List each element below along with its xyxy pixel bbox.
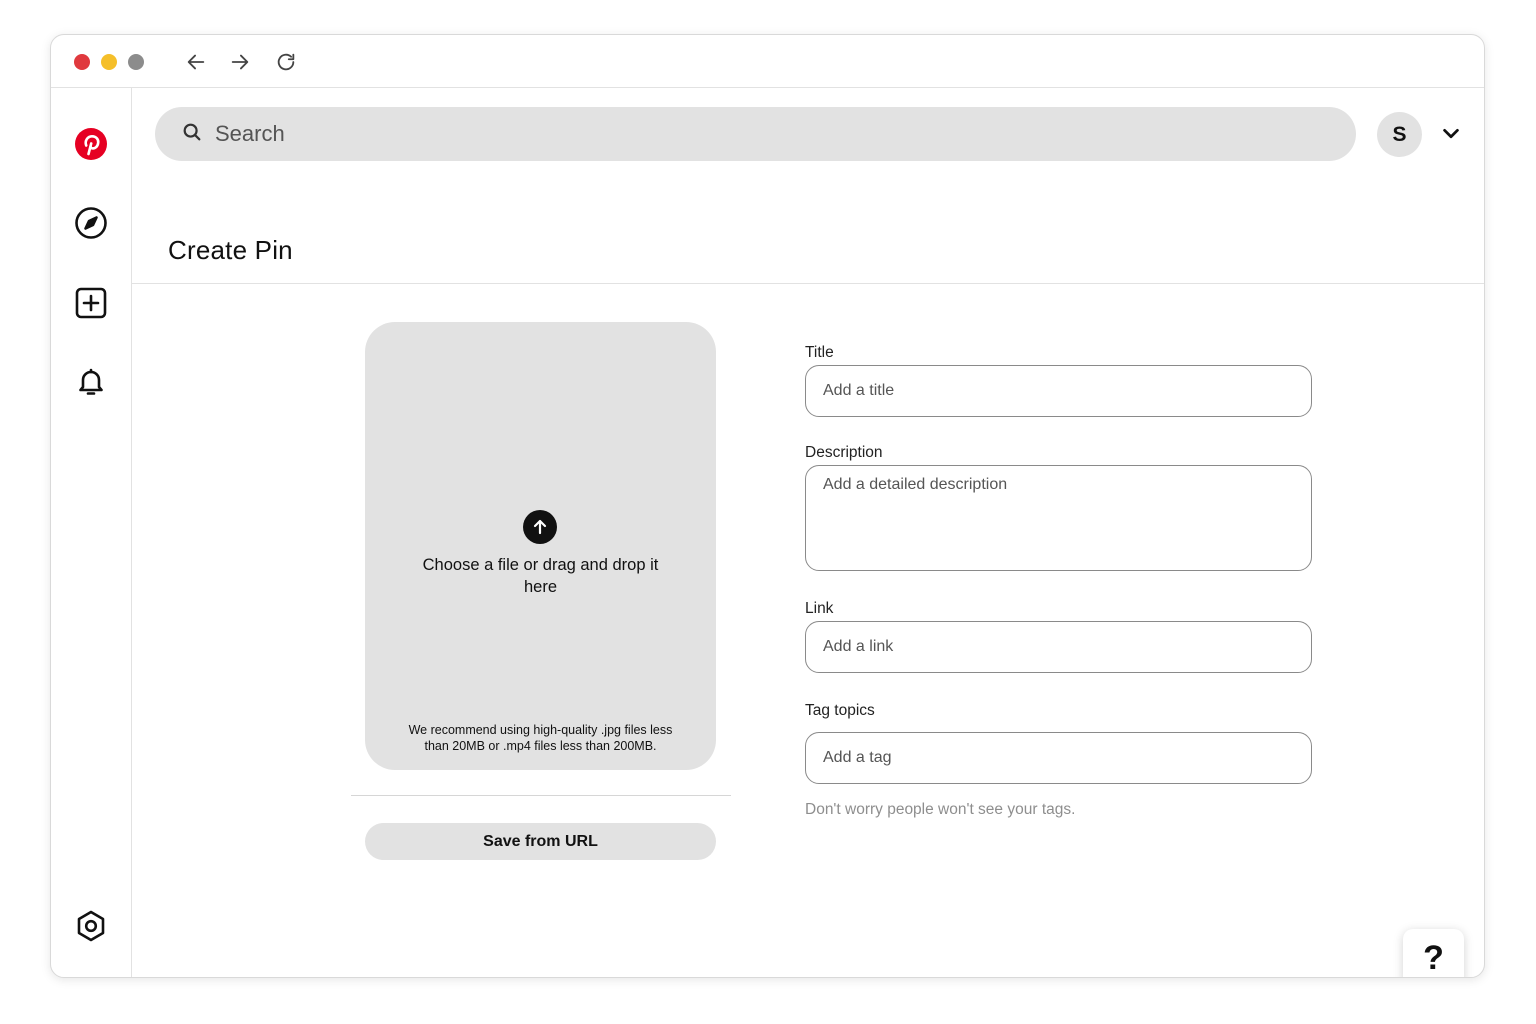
close-window-button[interactable] bbox=[74, 54, 90, 70]
title-input[interactable] bbox=[805, 365, 1312, 417]
settings-hexagon-icon[interactable] bbox=[71, 906, 111, 946]
maximize-window-button[interactable] bbox=[128, 54, 144, 70]
explore-compass-icon[interactable] bbox=[71, 203, 111, 243]
reload-icon[interactable] bbox=[273, 49, 299, 75]
upload-prompt: Choose a file or drag and drop it here bbox=[422, 556, 659, 596]
link-label: Link bbox=[805, 600, 834, 617]
upload-divider bbox=[351, 795, 731, 796]
back-arrow-icon[interactable] bbox=[183, 49, 209, 75]
upload-dropzone[interactable]: Choose a file or drag and drop it here W… bbox=[365, 322, 716, 770]
upload-arrow-icon bbox=[523, 510, 557, 544]
search-icon bbox=[181, 121, 203, 148]
browser-window: S Create Pin Choose a file or drag and d… bbox=[50, 34, 1485, 978]
minimize-window-button[interactable] bbox=[101, 54, 117, 70]
header-divider bbox=[132, 283, 1484, 284]
search-bar[interactable] bbox=[155, 107, 1356, 161]
tags-hint: Don't worry people won't see your tags. bbox=[805, 801, 1076, 818]
description-label: Description bbox=[805, 444, 883, 461]
create-plus-icon[interactable] bbox=[71, 283, 111, 323]
chevron-down-icon[interactable] bbox=[1437, 120, 1465, 148]
notifications-bell-icon[interactable] bbox=[71, 362, 111, 402]
forward-arrow-icon[interactable] bbox=[227, 49, 253, 75]
sidebar bbox=[51, 88, 132, 977]
link-input[interactable] bbox=[805, 621, 1312, 673]
upload-recommendation: We recommend using high-quality .jpg fil… bbox=[408, 723, 673, 753]
page-title: Create Pin bbox=[168, 235, 293, 265]
pinterest-logo-icon[interactable] bbox=[71, 124, 111, 164]
tag-input[interactable] bbox=[805, 732, 1312, 784]
browser-titlebar bbox=[51, 35, 1484, 88]
avatar[interactable]: S bbox=[1377, 112, 1422, 157]
description-textarea[interactable] bbox=[805, 465, 1312, 571]
search-input[interactable] bbox=[215, 121, 1315, 147]
main-content: S Create Pin Choose a file or drag and d… bbox=[132, 88, 1484, 977]
help-button[interactable]: ? bbox=[1403, 929, 1464, 977]
title-label: Title bbox=[805, 344, 834, 361]
save-from-url-button[interactable]: Save from URL bbox=[365, 823, 716, 860]
tag-topics-label: Tag topics bbox=[805, 702, 875, 719]
